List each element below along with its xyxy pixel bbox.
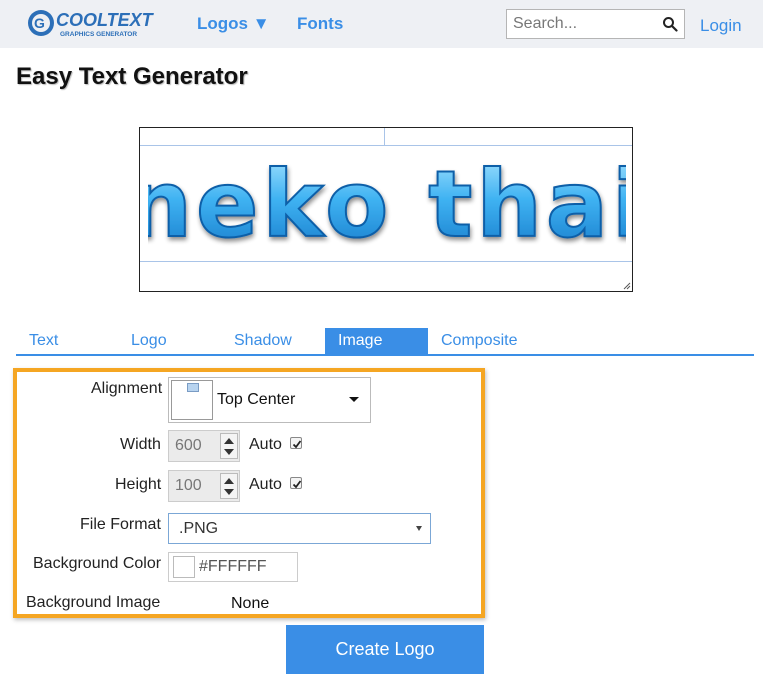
height-auto-checkbox[interactable] [290,477,302,489]
file-format-label: File Format [80,516,161,533]
width-auto-label: Auto [249,436,282,453]
options-tabs: Text Logo Shadow Image Composite [16,328,754,356]
logo-wordmark: COOLTEXT [56,10,155,30]
tab-logo[interactable]: Logo [131,328,167,354]
stepper-down-icon[interactable] [224,489,234,495]
page-title: Easy Text Generator [16,63,248,90]
background-color-field[interactable]: #FFFFFF [168,552,298,582]
tab-image[interactable]: Image [325,328,428,354]
stepper-up-icon[interactable] [224,478,234,484]
file-format-value: .PNG [179,520,219,537]
nav-fonts-link[interactable]: Fonts [297,14,343,34]
svg-text:G: G [34,15,45,31]
background-image-label: Background Image [26,594,161,611]
height-input[interactable] [169,471,217,501]
guide-line-center [384,128,385,145]
tab-shadow[interactable]: Shadow [234,328,292,354]
chevron-down-icon [416,526,422,531]
logo-text: neko thai [148,151,626,258]
guide-line-top [140,145,632,146]
height-stepper[interactable] [220,473,238,499]
width-input[interactable] [169,431,217,461]
cooltext-logo[interactable]: G COOLTEXT GRAPHICS GENERATOR [26,6,166,40]
alignment-preview-icon [171,380,213,420]
color-swatch[interactable] [173,556,195,578]
file-format-select[interactable]: .PNG [168,513,431,544]
alignment-select[interactable]: Top Center [168,377,371,423]
alignment-position-marker [187,383,199,392]
background-image-value[interactable]: None [231,595,269,613]
width-stepper[interactable] [220,433,238,459]
background-color-label: Background Color [33,555,162,572]
search-input[interactable] [507,10,657,38]
stepper-up-icon[interactable] [224,438,234,444]
search-icon[interactable] [662,16,678,32]
background-color-value: #FFFFFF [199,558,267,575]
logo-subtitle: GRAPHICS GENERATOR [60,31,137,38]
stepper-down-icon[interactable] [224,449,234,455]
alignment-value: Top Center [217,391,296,408]
login-link[interactable]: Login [700,16,742,36]
nav-logos-menu[interactable]: Logos ▼ [197,14,270,34]
logo-preview[interactable]: neko thai [139,127,633,292]
width-input-wrapper [168,430,240,462]
tab-composite[interactable]: Composite [441,328,517,354]
search-box [506,9,685,39]
alignment-label: Alignment [91,380,163,397]
width-label: Width [120,436,161,453]
checkmark-icon [292,480,302,489]
height-input-wrapper [168,470,240,502]
checkmark-icon [292,440,302,449]
width-auto-checkbox[interactable] [290,437,302,449]
top-nav-bar: G COOLTEXT GRAPHICS GENERATOR Logos ▼ Fo… [0,0,763,48]
generated-logo-image: neko thai [148,150,626,258]
create-logo-button[interactable]: Create Logo [286,625,484,674]
image-options-panel: Alignment Top Center Width Auto Height A… [13,368,485,618]
height-auto-label: Auto [249,476,282,493]
chevron-down-icon [349,397,359,402]
tab-text[interactable]: Text [29,328,58,354]
guide-line-bottom [140,261,632,262]
resize-handle-icon[interactable] [623,282,631,290]
height-label: Height [115,476,162,493]
